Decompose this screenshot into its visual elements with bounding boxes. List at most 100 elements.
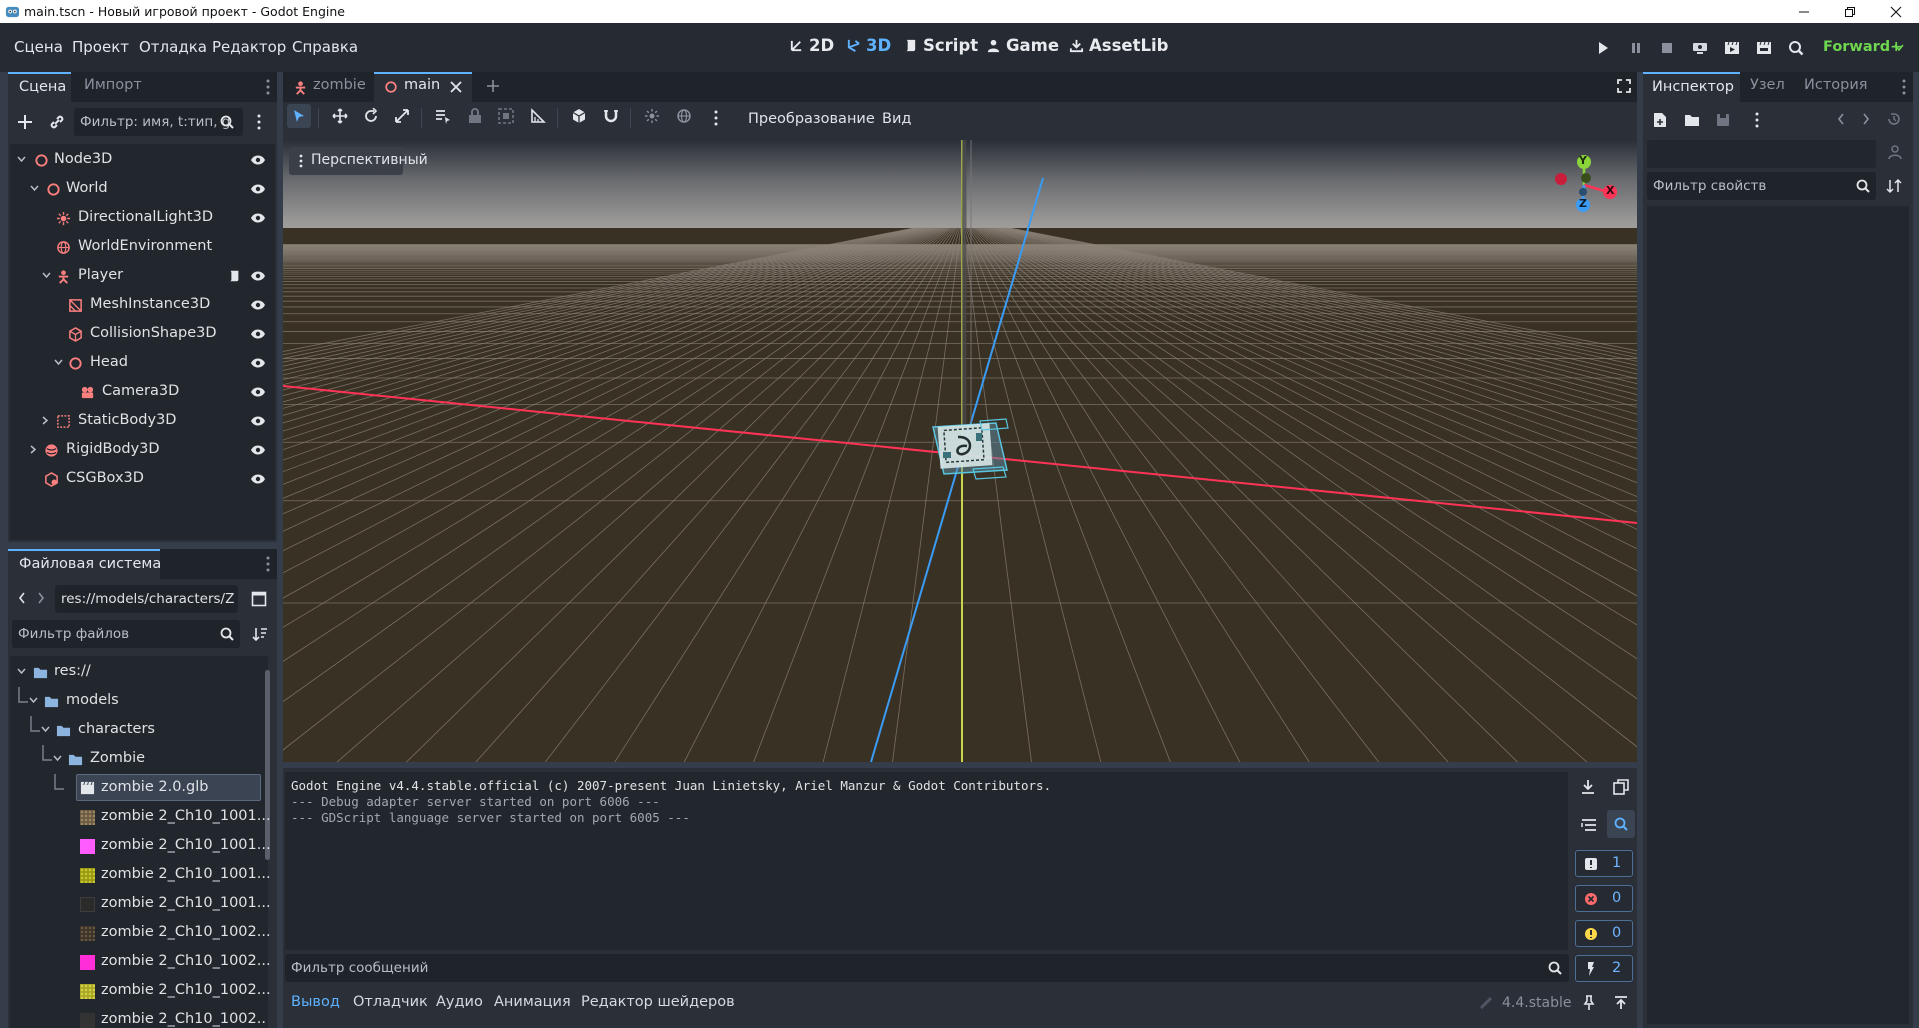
file-item-texture[interactable]: zombie 2_Ch10_1002...	[10, 919, 271, 946]
workspace-game-button[interactable]: Game	[986, 36, 1059, 55]
close-window-button[interactable]	[1873, 0, 1919, 23]
preview-options-icon[interactable]	[714, 110, 718, 126]
scroll-to-end-icon[interactable]	[1581, 779, 1595, 795]
play-custom-scene-button[interactable]	[1753, 37, 1775, 59]
expand-arrow-icon[interactable]	[17, 156, 26, 163]
lock-button[interactable]	[463, 104, 487, 128]
workspace-2d-button[interactable]: 2D	[789, 36, 834, 55]
tree-node-meshinstance3d[interactable]: MeshInstance3D	[10, 292, 274, 318]
expand-arrow-icon[interactable]	[41, 726, 50, 733]
add-node-icon[interactable]	[17, 114, 33, 130]
forward-arrow-icon[interactable]	[37, 592, 45, 604]
tree-node-directionallight3d[interactable]: DirectionalLight3D	[10, 205, 274, 231]
workspace-assetlib-button[interactable]: AssetLib	[1069, 36, 1168, 55]
scale-tool-button[interactable]	[390, 104, 414, 128]
tree-node-worldenvironment[interactable]: WorldEnvironment	[10, 234, 274, 260]
expand-arrow-icon[interactable]	[42, 272, 51, 279]
expand-arrow-icon[interactable]	[53, 755, 62, 762]
sun-preview-button[interactable]	[640, 104, 664, 128]
tab-node[interactable]: Узел	[1750, 77, 1785, 93]
sort-icon[interactable]	[252, 626, 268, 642]
file-item-models[interactable]: models	[10, 687, 266, 714]
maximize-button[interactable]	[1827, 0, 1873, 23]
select-tool-button[interactable]	[287, 104, 311, 128]
visibility-eye-icon[interactable]	[250, 328, 266, 340]
messages-filter-toggle[interactable]: 1	[1575, 850, 1633, 877]
tree-node-staticbody3d[interactable]: StaticBody3D	[10, 408, 274, 434]
property-filter-input[interactable]: Фильтр свойств	[1647, 172, 1876, 200]
tab-history[interactable]: История	[1804, 77, 1868, 93]
copy-icon[interactable]	[1613, 779, 1629, 795]
dock-menu-icon[interactable]	[266, 556, 270, 572]
view-menu[interactable]: Вид	[882, 111, 911, 127]
3d-viewport[interactable]: Перспективный Y X Z	[283, 140, 1637, 762]
file-item-texture[interactable]: zombie 2_Ch10_1001...	[10, 803, 271, 830]
file-item-texture[interactable]: zombie 2_Ch10_1002...	[10, 977, 271, 1004]
node-info-icon[interactable]	[1887, 144, 1903, 160]
file-item-zombie-folder[interactable]: Zombie	[10, 745, 266, 772]
tree-node-csgbox3d[interactable]: CSGBox3D	[10, 466, 274, 492]
tab-scene[interactable]: Сцена	[8, 72, 71, 102]
collapsed-arrow-icon[interactable]	[30, 445, 37, 454]
visibility-eye-icon[interactable]	[250, 386, 266, 398]
property-options-icon[interactable]	[1886, 178, 1902, 194]
tab-filesystem[interactable]: Файловая система	[8, 549, 161, 579]
collapsed-arrow-icon[interactable]	[42, 416, 49, 425]
message-filter-input[interactable]: Фильтр сообщений	[285, 954, 1569, 982]
play-current-scene-button[interactable]	[1721, 37, 1743, 59]
visibility-eye-icon[interactable]	[250, 473, 266, 485]
editor-tab-main[interactable]: main	[374, 72, 472, 102]
tab-import[interactable]: Импорт	[84, 77, 142, 93]
local-space-button[interactable]	[567, 104, 591, 128]
file-filter-input[interactable]: Фильтр файлов	[12, 620, 240, 648]
inspector-options-icon[interactable]	[1755, 112, 1759, 128]
tree-node-node3d[interactable]: Node3D	[10, 147, 274, 173]
expand-arrow-icon[interactable]	[30, 185, 39, 192]
snap-button[interactable]	[599, 104, 623, 128]
bottom-tab-debugger[interactable]: Отладчик	[353, 994, 428, 1010]
dock-menu-icon[interactable]	[1902, 79, 1906, 95]
visibility-eye-icon[interactable]	[250, 415, 266, 427]
ruler-button[interactable]	[526, 104, 550, 128]
visibility-eye-icon[interactable]	[250, 299, 266, 311]
distraction-free-icon[interactable]	[1617, 79, 1631, 93]
open-folder-icon[interactable]	[1684, 113, 1700, 127]
menu-editor[interactable]: Редактор	[212, 38, 286, 56]
expand-arrow-icon[interactable]	[17, 668, 26, 675]
minimize-button[interactable]	[1781, 0, 1827, 23]
bottom-tab-audio[interactable]: Аудио	[436, 994, 483, 1010]
menu-project[interactable]: Проект	[72, 38, 129, 56]
expand-panel-icon[interactable]	[1614, 996, 1628, 1010]
save-icon[interactable]	[1716, 113, 1730, 127]
workspace-3d-button[interactable]: 3D	[846, 36, 891, 55]
visibility-eye-icon[interactable]	[250, 270, 266, 282]
file-item-texture[interactable]: zombie 2_Ch10_1002...	[10, 948, 271, 975]
transform-menu[interactable]: Преобразование	[748, 111, 875, 127]
menu-help[interactable]: Справка	[292, 38, 358, 56]
visibility-eye-icon[interactable]	[250, 444, 266, 456]
file-item-texture[interactable]: zombie 2_Ch10_1001...	[10, 861, 271, 888]
close-tab-icon[interactable]	[450, 81, 462, 93]
back-arrow-icon[interactable]	[18, 592, 26, 604]
tree-node-player[interactable]: Player	[10, 263, 274, 289]
rotate-tool-button[interactable]	[359, 104, 383, 128]
new-resource-icon[interactable]	[1653, 112, 1667, 128]
tab-inspector[interactable]: Инспектор	[1643, 72, 1740, 102]
bottom-tab-shader-editor[interactable]: Редактор шейдеров	[581, 994, 735, 1010]
pin-panel-icon[interactable]	[1583, 995, 1595, 1011]
scene-filter-input[interactable]: Фильтр: имя, t:тип, g	[74, 108, 243, 136]
menu-scene[interactable]: Сцена	[14, 38, 63, 56]
tree-node-collisionshape3d[interactable]: CollisionShape3D	[10, 321, 274, 347]
errors-filter-toggle[interactable]: 0	[1575, 885, 1633, 912]
bottom-tab-output[interactable]: Вывод	[291, 994, 340, 1010]
list-select-button[interactable]	[431, 104, 455, 128]
workspace-script-button[interactable]: Script	[903, 36, 978, 55]
perspective-menu-button[interactable]: Перспективный	[289, 147, 428, 175]
tree-node-camera3d[interactable]: Camera3D	[10, 379, 274, 405]
pause-button[interactable]	[1625, 37, 1647, 59]
link-icon[interactable]	[49, 114, 65, 130]
visibility-eye-icon[interactable]	[250, 183, 266, 195]
visibility-eye-icon[interactable]	[250, 154, 266, 166]
tree-node-head[interactable]: Head	[10, 350, 274, 376]
collapse-duplicates-icon[interactable]	[1581, 818, 1597, 832]
